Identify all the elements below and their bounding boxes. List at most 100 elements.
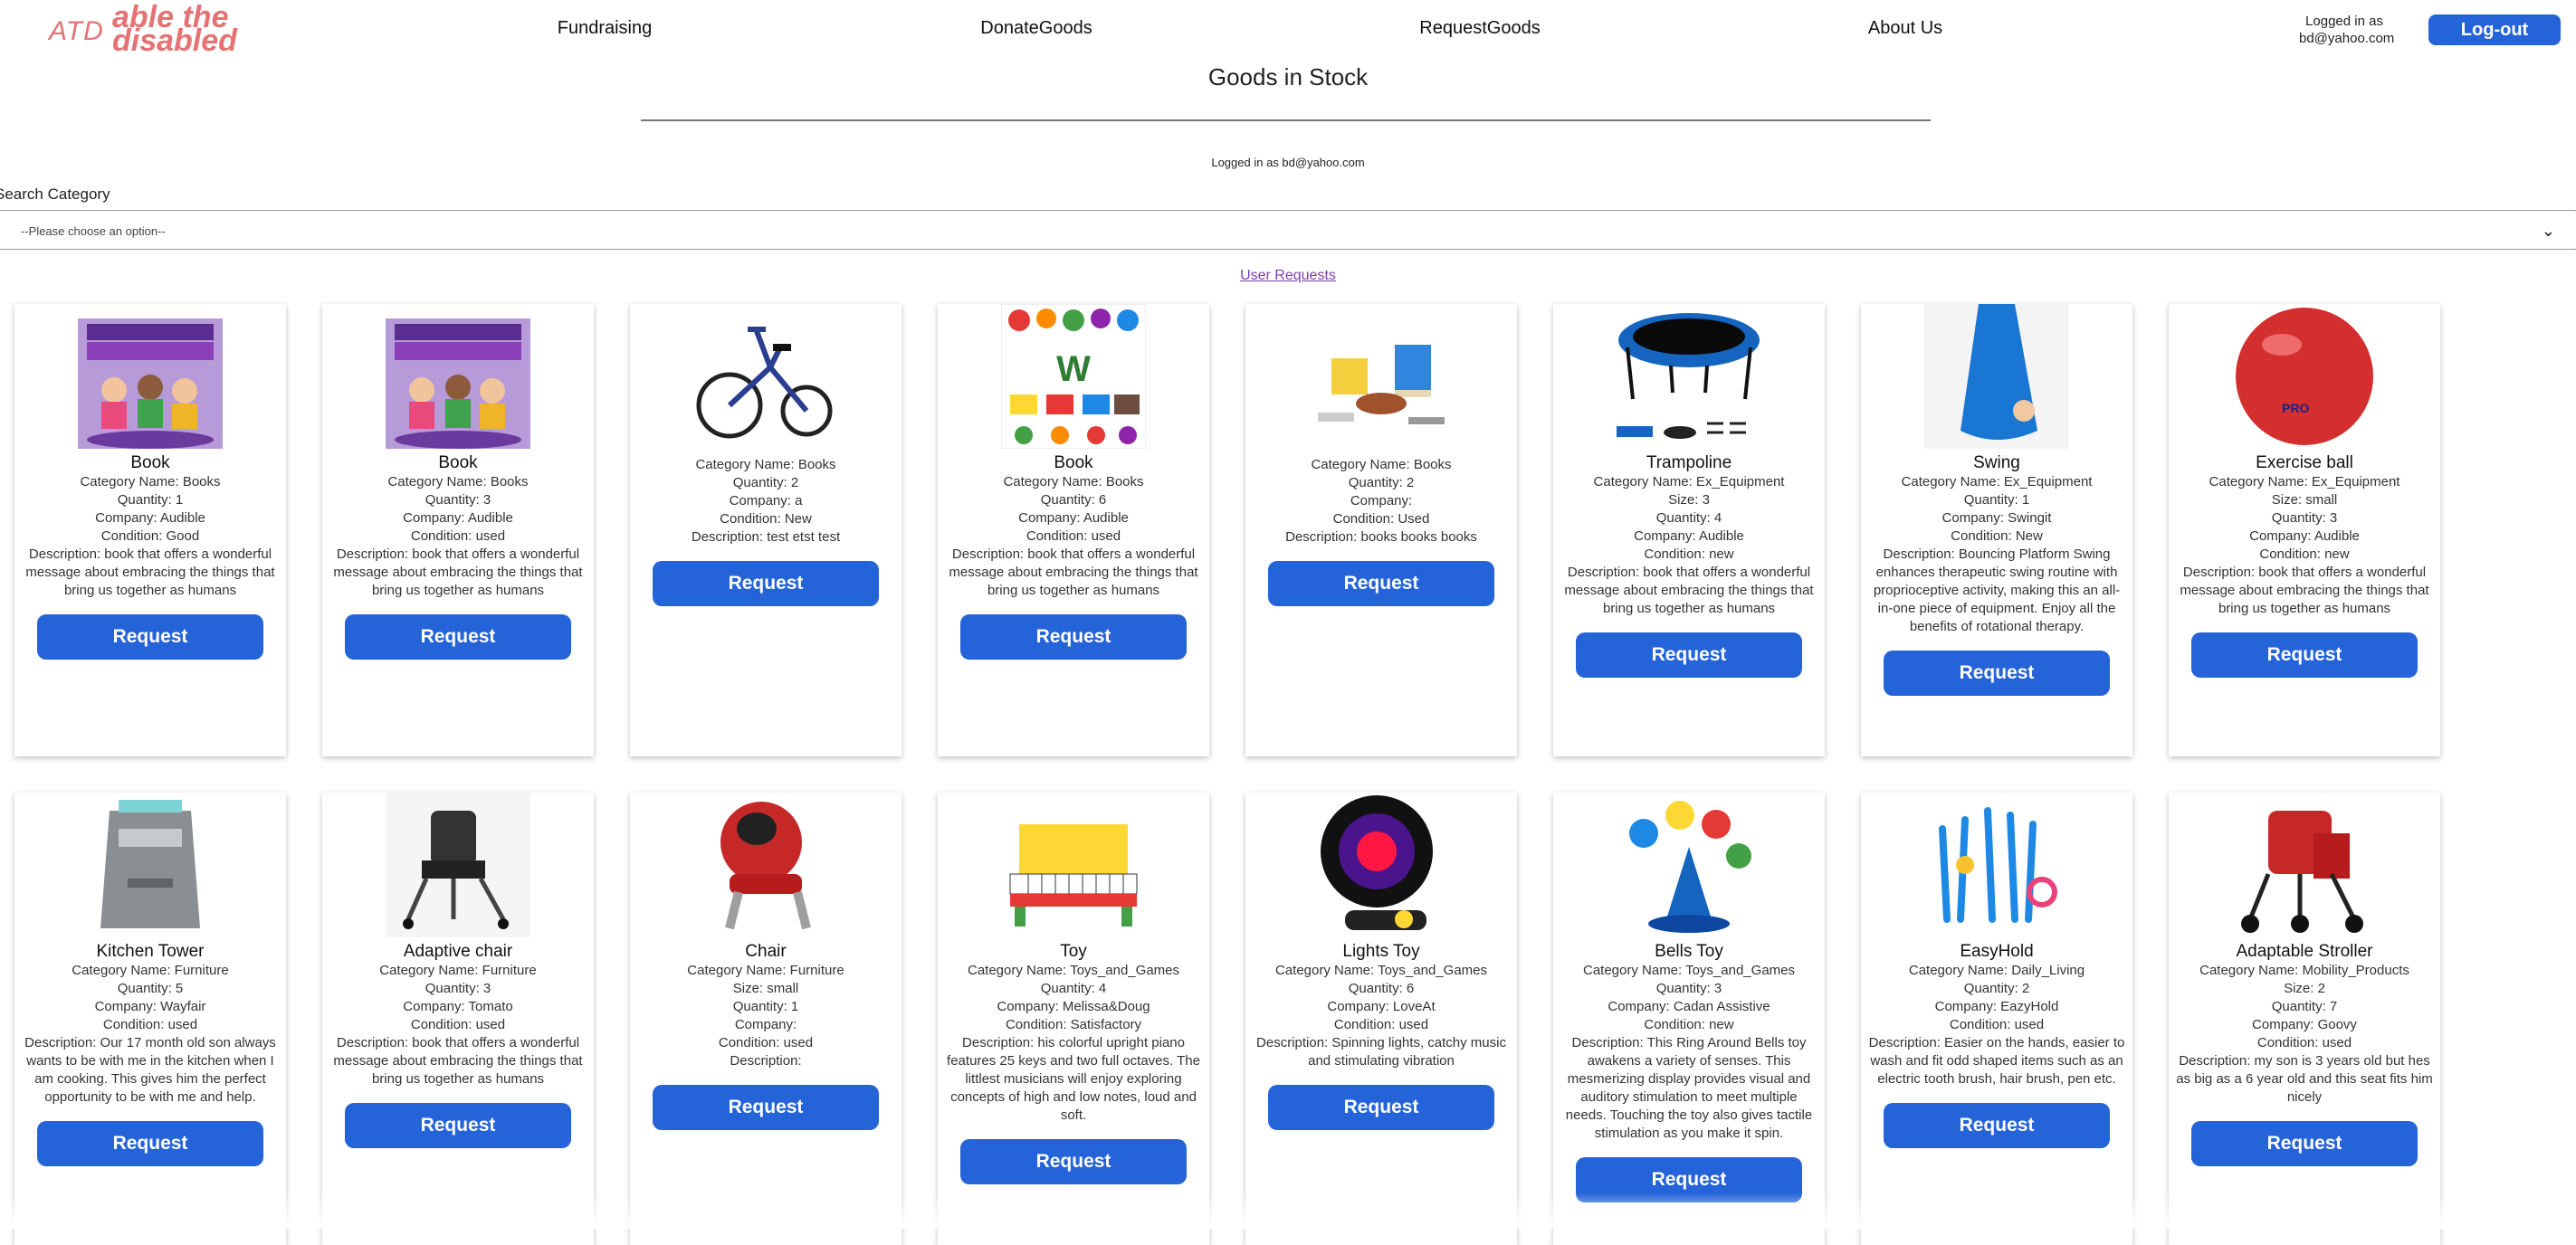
card-detail-line: Condition: new bbox=[2259, 546, 2350, 562]
card-detail-line: Condition: New bbox=[1951, 528, 2043, 544]
goods-card: Category Name: Books Quantity: 2 Company: … bbox=[630, 304, 902, 756]
goods-card: Bells Toy Category Name: Toys_and_Games Qu… bbox=[1553, 793, 1825, 1245]
lights-toy-image bbox=[1309, 793, 1454, 937]
card-title: Trampoline bbox=[1646, 453, 1732, 472]
goods-card: Book Category Name: Books Quantity: 3 Compa… bbox=[322, 304, 594, 756]
request-button[interactable]: Request bbox=[1576, 1157, 1802, 1202]
card-details: Category Name: Books Quantity: 2 Company: … bbox=[637, 456, 894, 606]
request-button[interactable]: Request bbox=[1268, 1085, 1494, 1130]
card-detail-line: Condition: used bbox=[1026, 528, 1121, 544]
card-detail-line: Quantity: 1 bbox=[1963, 492, 2030, 508]
card-detail-line: Company: Melissa&Doug bbox=[997, 999, 1150, 1014]
goods-card: Adaptive chair Category Name: Furniture Qu… bbox=[322, 793, 594, 1245]
card-detail-line: Quantity: 4 bbox=[1040, 981, 1107, 996]
swing-image bbox=[1924, 304, 2069, 449]
card-detail-line: Description: book that offers a wonderfu… bbox=[949, 546, 1198, 598]
trampoline-image bbox=[1617, 304, 1761, 449]
card-detail-line: Description: my son is 3 years old but h… bbox=[2176, 1053, 2433, 1105]
request-button[interactable]: Request bbox=[37, 614, 263, 660]
card-detail-line: Company: Cadan Assistive bbox=[1608, 999, 1770, 1014]
nav-donate-goods[interactable]: DonateGoods bbox=[980, 18, 1092, 39]
request-button[interactable]: Request bbox=[960, 614, 1187, 660]
card-detail-line: Condition: New bbox=[720, 511, 812, 527]
request-button[interactable]: Request bbox=[345, 614, 571, 660]
card-detail-line: Category Name: Daily_Living bbox=[1908, 963, 2085, 978]
svg-text:W: W bbox=[1056, 349, 1091, 389]
top-header: ATD able the disabled Fundraising Donate… bbox=[0, 0, 2576, 60]
card-detail-line: Company: EazyHold bbox=[1934, 999, 2059, 1014]
card-detail-line: Category Name: Furniture bbox=[379, 963, 537, 978]
card-detail-line: Company: Audible bbox=[1018, 510, 1129, 526]
card-detail-line: Description: book that offers a wonderfu… bbox=[2180, 565, 2429, 616]
card-detail-line: Quantity: 2 bbox=[1348, 475, 1415, 490]
card-detail-line: Category Name: Ex_Equipment bbox=[1593, 474, 1785, 489]
nav-request-goods[interactable]: RequestGoods bbox=[1419, 18, 1540, 39]
chevron-down-icon: ⌄ bbox=[2541, 222, 2555, 240]
tricycle-image bbox=[693, 304, 838, 449]
kitchen-tower-image bbox=[78, 793, 223, 937]
category-select-value: --Please choose an option-- bbox=[21, 224, 166, 238]
card-detail-line: Company: Audible bbox=[1634, 528, 1744, 544]
card-detail-line: Quantity: 4 bbox=[1655, 510, 1722, 526]
goods-card: Category Name: Books Quantity: 2 Company: C… bbox=[1245, 304, 1517, 756]
card-detail-line: Description: books books books bbox=[1285, 529, 1477, 545]
card-detail-line: Company: bbox=[1350, 493, 1413, 508]
card-details: Lights Toy Category Name: Toys_and_Games Q… bbox=[1253, 941, 1510, 1130]
card-detail-line: Company: LoveAt bbox=[1327, 999, 1436, 1014]
card-detail-line: Quantity: 3 bbox=[425, 981, 491, 996]
goods-card: W Book Category Name: Books Quantity: 6 Com… bbox=[938, 303, 1209, 756]
card-detail-line: Condition: used bbox=[718, 1035, 814, 1050]
request-button[interactable]: Request bbox=[653, 561, 879, 606]
purple-people-book-image bbox=[386, 304, 530, 449]
card-detail-line: Company: Swingit bbox=[1942, 510, 2052, 526]
request-button[interactable]: Request bbox=[1268, 561, 1494, 606]
goods-card: Trampoline Category Name: Ex_Equipment Siz… bbox=[1553, 304, 1825, 756]
request-button[interactable]: Request bbox=[37, 1121, 263, 1166]
nav-fundraising[interactable]: Fundraising bbox=[558, 18, 653, 39]
card-detail-line: Description: Bouncing Platform Swing enh… bbox=[1873, 546, 2121, 634]
card-detail-line: Description: test etst test bbox=[691, 529, 841, 545]
card-details: EasyHold Category Name: Daily_Living Quant… bbox=[1868, 941, 2125, 1148]
card-detail-line: Condition: Satisfactory bbox=[1005, 1017, 1142, 1032]
request-button[interactable]: Request bbox=[2191, 1121, 2418, 1166]
request-button[interactable]: Request bbox=[1884, 651, 2110, 696]
card-detail-line: Description: Easier on the hands, easier… bbox=[1868, 1035, 2125, 1087]
card-details: Chair Category Name: Furniture Size: small… bbox=[637, 941, 894, 1130]
card-detail-line: Condition: used bbox=[102, 1017, 198, 1032]
card-detail-line: Category Name: Mobility_Products bbox=[2199, 963, 2409, 978]
user-requests-link[interactable]: User Requests bbox=[0, 268, 2576, 284]
request-button[interactable]: Request bbox=[1884, 1103, 2110, 1148]
card-title: EasyHold bbox=[1960, 942, 2034, 961]
title-divider bbox=[641, 119, 1931, 121]
nav-about-us[interactable]: About Us bbox=[1868, 18, 1942, 39]
purple-people-book-image bbox=[78, 304, 223, 449]
card-detail-line: Condition: Used bbox=[1332, 511, 1430, 527]
card-details: Swing Category Name: Ex_Equipment Quantity… bbox=[1868, 452, 2125, 696]
card-detail-line: Condition: used bbox=[1949, 1017, 2045, 1032]
first-words-book-image: W bbox=[1000, 303, 1147, 450]
card-detail-line: Quantity: 3 bbox=[1655, 981, 1722, 996]
request-button[interactable]: Request bbox=[2191, 632, 2418, 678]
request-button[interactable]: Request bbox=[345, 1103, 571, 1148]
card-detail-line: Company: Tomato bbox=[403, 999, 513, 1014]
request-button[interactable]: Request bbox=[653, 1085, 879, 1130]
category-select[interactable]: --Please choose an option-- ⌄ bbox=[0, 210, 2576, 250]
easyhold-image bbox=[1924, 793, 2069, 937]
toy-chairs-image bbox=[1309, 304, 1454, 449]
logout-button[interactable]: Log-out bbox=[2428, 14, 2561, 45]
card-detail-line: Company: Audible bbox=[403, 510, 513, 526]
card-details: Book Category Name: Books Quantity: 6 Compa… bbox=[945, 452, 1202, 660]
exercise-ball-image: PRO bbox=[2232, 304, 2377, 449]
request-button[interactable]: Request bbox=[1576, 632, 1802, 678]
red-chair-image bbox=[693, 793, 838, 937]
stroller-image bbox=[2232, 793, 2377, 937]
request-button[interactable]: Request bbox=[960, 1139, 1187, 1184]
card-title: Chair bbox=[745, 942, 787, 961]
card-detail-line: Condition: Good bbox=[100, 528, 200, 544]
goods-card: EasyHold Category Name: Daily_Living Quant… bbox=[1861, 793, 2132, 1245]
card-detail-line: Category Name: Toys_and_Games bbox=[1582, 963, 1795, 978]
card-detail-line: Condition: used bbox=[410, 528, 506, 544]
logged-in-note: Logged in as bd@yahoo.com bbox=[1211, 156, 1365, 169]
card-title: Lights Toy bbox=[1342, 942, 1420, 961]
goods-card: Book Category Name: Books Quantity: 1 Compa… bbox=[14, 304, 286, 756]
